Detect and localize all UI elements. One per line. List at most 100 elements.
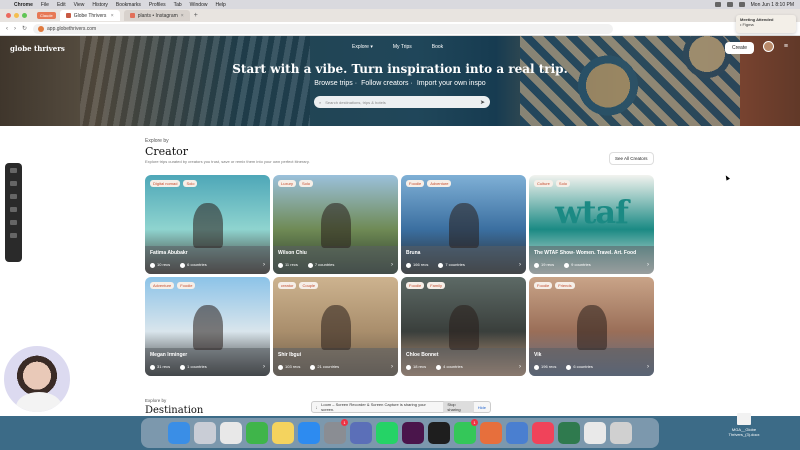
globe-icon	[180, 364, 186, 370]
delete-icon[interactable]	[10, 207, 17, 212]
tab-group-badge[interactable]: Claude	[37, 12, 56, 19]
import-inspo-link[interactable]: Import your own inspo	[417, 80, 486, 87]
new-tab-icon[interactable]: +	[194, 12, 198, 19]
chevron-right-icon[interactable]: ›	[263, 364, 265, 370]
url-field[interactable]: app.globethrivers.com	[33, 23, 614, 34]
menu-history[interactable]: History	[92, 2, 108, 8]
claude-icon[interactable]	[480, 422, 502, 444]
back-icon[interactable]: ‹	[6, 26, 8, 32]
desktop-file[interactable]: MGA__Globe Thrivers_(3).docx	[718, 413, 770, 437]
close-window-icon[interactable]	[6, 13, 11, 18]
chrome-icon[interactable]	[220, 422, 242, 444]
chevron-right-icon[interactable]: ›	[647, 364, 649, 370]
menu-help[interactable]: Help	[215, 2, 225, 8]
preview-icon[interactable]	[506, 422, 528, 444]
countries-count: 6 countries	[187, 262, 207, 268]
notification-toast[interactable]: Meeting Attended • Figma	[736, 15, 796, 33]
close-tab-icon[interactable]: ×	[111, 13, 114, 19]
clock[interactable]: Mon Jun 1 8:10 PM	[751, 2, 794, 8]
webcam-bubble[interactable]	[2, 344, 72, 414]
menu-file[interactable]: File	[41, 2, 49, 8]
creator-figure	[320, 202, 351, 249]
tag: Solo	[299, 180, 314, 187]
screen-share-bar: ⁞ Loom – Screen Recorder & Screen Captur…	[311, 401, 491, 413]
creator-name: Megan Irminger	[150, 352, 188, 358]
tab-globe-thrivers[interactable]: Globe Thrivers ×	[59, 10, 120, 21]
music-icon[interactable]	[532, 422, 554, 444]
menu-view[interactable]: View	[74, 2, 85, 8]
search-input[interactable]: ⌕ Search destinations, trips & hotels ➤	[314, 96, 490, 108]
creator-card[interactable]: Foodie Adventure Bruna 166 recs 7 countr…	[401, 175, 526, 274]
creator-card[interactable]: Digital nomad Solo Fatima Abubakr 10 rec…	[145, 175, 270, 274]
menu-bookmarks[interactable]: Bookmarks	[116, 2, 141, 8]
menu-icon[interactable]: ≡	[784, 43, 788, 50]
menu-window[interactable]: Window	[190, 2, 208, 8]
tag: Solo	[183, 180, 198, 187]
launchpad-icon[interactable]	[194, 422, 216, 444]
globe-icon	[310, 364, 316, 370]
creator-card[interactable]: Adventure Foodie Megan Irminger 31 recs …	[145, 277, 270, 376]
slack-icon[interactable]	[402, 422, 424, 444]
restart-icon[interactable]	[10, 194, 17, 199]
nav-explore[interactable]: Explore ▾	[352, 44, 373, 50]
whatsapp-icon[interactable]	[376, 422, 398, 444]
settings-icon[interactable]: 1	[324, 419, 348, 444]
menu-tab[interactable]: Tab	[174, 2, 182, 8]
notification-badge: 1	[341, 419, 348, 426]
app-menu[interactable]: Chrome	[14, 2, 33, 8]
tab-instagram[interactable]: plants • Instagram ×	[123, 10, 190, 21]
see-all-creators-button[interactable]: See All Creators	[609, 152, 654, 165]
messages-icon[interactable]: 1	[454, 419, 478, 444]
draw-icon[interactable]	[10, 220, 17, 225]
battery-icon[interactable]	[738, 2, 745, 7]
wifi-icon[interactable]	[726, 2, 733, 7]
forward-icon[interactable]: ›	[14, 26, 16, 32]
pause-icon[interactable]	[10, 181, 17, 186]
menu-edit[interactable]: Edit	[57, 2, 66, 8]
tag: Foodie	[534, 282, 553, 289]
creator-card[interactable]: Luxury Solo Wilson Chiu 11 recs 7 countr…	[273, 175, 398, 274]
creator-card[interactable]: creator Couple Shir Ibgui 103 recs 21 co…	[273, 277, 398, 376]
globe-icon	[307, 262, 313, 268]
facetime-icon[interactable]	[246, 422, 268, 444]
figma-icon[interactable]	[428, 422, 450, 444]
minimize-window-icon[interactable]	[14, 13, 19, 18]
chevron-right-icon[interactable]: ›	[647, 262, 649, 268]
menu-profiles[interactable]: Profiles	[149, 2, 166, 8]
document-icon[interactable]	[584, 422, 606, 444]
stop-sharing-button[interactable]: Stop sharing	[443, 401, 474, 413]
creator-card[interactable]: Foodie Friends Vik 196 recs 6 countries …	[529, 277, 654, 376]
notes-icon[interactable]	[272, 422, 294, 444]
create-button[interactable]: Create	[724, 42, 754, 54]
record-icon[interactable]	[10, 168, 17, 173]
status-icon[interactable]	[714, 2, 721, 7]
chevron-right-icon[interactable]: ›	[519, 262, 521, 268]
app-store-icon[interactable]	[298, 422, 320, 444]
simulator-icon[interactable]	[350, 422, 372, 444]
finder-icon[interactable]	[168, 422, 190, 444]
tag: creator	[278, 282, 297, 289]
chevron-right-icon[interactable]: ›	[391, 262, 393, 268]
loom-icon[interactable]	[558, 422, 580, 444]
close-tab-icon[interactable]: ×	[181, 13, 184, 19]
trash-icon[interactable]	[610, 422, 632, 444]
chevron-right-icon[interactable]: ›	[391, 364, 393, 370]
site-logo[interactable]: globe thrivers	[10, 44, 65, 53]
maximize-window-icon[interactable]	[22, 13, 27, 18]
reload-icon[interactable]: ↻	[22, 25, 27, 32]
wtaf-logo: wtaf	[555, 193, 629, 231]
chevron-right-icon[interactable]: ›	[519, 364, 521, 370]
creator-card[interactable]: wtaf Culture Solo The WTAF Show- Women. …	[529, 175, 654, 274]
nav-my-trips[interactable]: My Trips	[393, 44, 412, 50]
send-icon[interactable]: ➤	[480, 99, 485, 106]
share-dots-icon[interactable]: ⁞	[316, 405, 317, 410]
nav-book[interactable]: Book	[432, 44, 443, 50]
top-nav: Explore ▾ My Trips Book	[352, 44, 443, 50]
hide-button[interactable]: Hide	[478, 405, 486, 410]
globe-icon	[180, 262, 186, 268]
follow-creators-link[interactable]: Follow creators	[361, 80, 408, 87]
user-avatar[interactable]	[763, 41, 774, 52]
browse-trips-link[interactable]: Browse trips	[314, 80, 353, 87]
chevron-right-icon[interactable]: ›	[263, 262, 265, 268]
creator-card[interactable]: Foodie Family Chloe Bonnet 18 recs 4 cou…	[401, 277, 526, 376]
